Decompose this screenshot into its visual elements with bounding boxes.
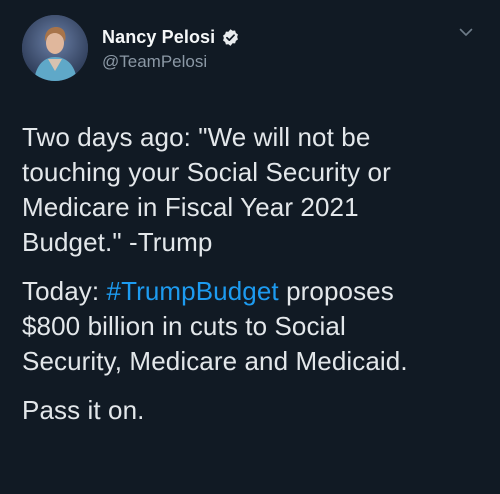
tweet-text: Two days ago: "We will not be touching y…: [22, 120, 476, 428]
display-name-row: Nancy Pelosi: [102, 24, 240, 50]
avatar-image: [22, 15, 88, 81]
tweet-header: Nancy Pelosi @TeamPelosi: [22, 10, 476, 86]
tweet-line: Two days ago: "We will not be: [22, 122, 371, 152]
tweet-line: Budget." -Trump: [22, 227, 213, 257]
tweet-line: $800 billion in cuts to Social: [22, 311, 346, 341]
tweet-line: Pass it on.: [22, 395, 145, 425]
tweet-line: Medicare in Fiscal Year 2021: [22, 192, 359, 222]
tweet-card: Nancy Pelosi @TeamPelosi Two days ago: "…: [0, 0, 500, 494]
tweet-paragraph-2: Today: #TrumpBudget proposes $800 billio…: [22, 274, 476, 379]
author-names: Nancy Pelosi @TeamPelosi: [102, 24, 240, 72]
tweet-line: touching your Social Security or: [22, 157, 391, 187]
tweet-line: Security, Medicare and Medicaid.: [22, 346, 408, 376]
tweet-paragraph-3: Pass it on.: [22, 393, 476, 428]
tweet-paragraph-1: Two days ago: "We will not be touching y…: [22, 120, 476, 260]
hashtag-link[interactable]: #TrumpBudget: [107, 276, 279, 306]
display-name[interactable]: Nancy Pelosi: [102, 27, 215, 48]
avatar[interactable]: [22, 15, 88, 81]
tweet-line-suffix: proposes: [278, 276, 394, 306]
tweet-line-prefix: Today:: [22, 276, 107, 306]
verified-badge-icon: [223, 28, 239, 46]
handle[interactable]: @TeamPelosi: [102, 52, 240, 72]
chevron-down-icon[interactable]: [458, 24, 474, 40]
